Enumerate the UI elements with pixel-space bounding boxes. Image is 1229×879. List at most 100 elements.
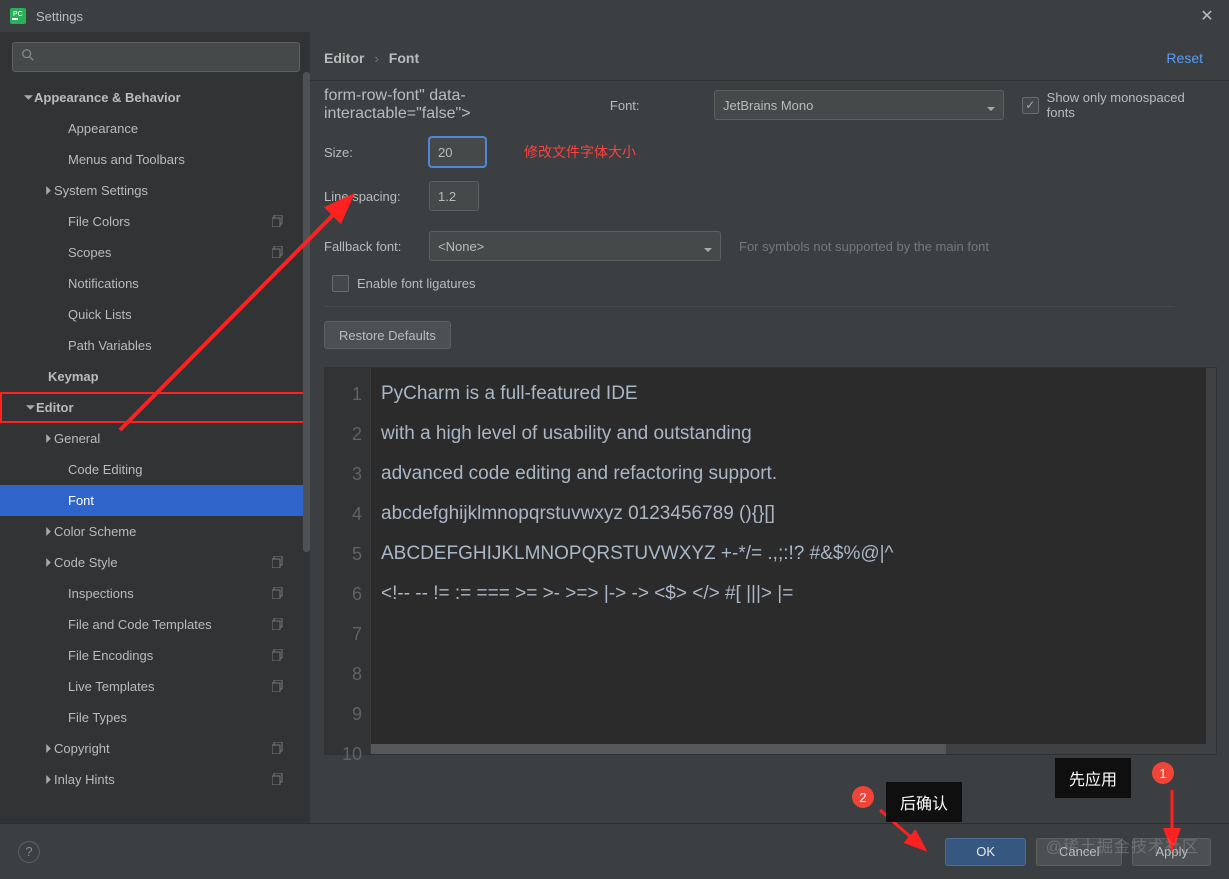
chevron-icon xyxy=(36,371,48,383)
fallback-select[interactable]: <None> xyxy=(429,231,721,261)
sidebar-item-label: Keymap xyxy=(48,369,310,384)
copy-icon xyxy=(272,742,286,756)
chevron-icon xyxy=(56,309,68,321)
ligatures-label: Enable font ligatures xyxy=(357,276,476,291)
copy-icon xyxy=(272,773,286,787)
sidebar-item-file-encodings[interactable]: File Encodings xyxy=(0,640,310,671)
font-label: Font: xyxy=(610,98,714,113)
sidebar-item-file-colors[interactable]: File Colors xyxy=(0,206,310,237)
sidebar-item-live-templates[interactable]: Live Templates xyxy=(0,671,310,702)
chevron-icon xyxy=(42,433,54,445)
sidebar-item-label: Quick Lists xyxy=(68,307,310,322)
chevron-icon xyxy=(56,154,68,166)
svg-text:PC: PC xyxy=(13,11,23,18)
spacing-label: Line spacing: xyxy=(324,189,429,204)
sidebar-scrollbar[interactable] xyxy=(303,72,310,552)
chevron-icon xyxy=(56,216,68,228)
chevron-icon xyxy=(56,712,68,724)
chevron-icon xyxy=(56,588,68,600)
chevron-icon xyxy=(22,92,34,104)
chevron-icon xyxy=(42,557,54,569)
sidebar-item-appearance[interactable]: Appearance xyxy=(0,113,310,144)
fallback-hint: For symbols not supported by the main fo… xyxy=(739,239,989,254)
sidebar-item-label: Font xyxy=(68,493,310,508)
preview-vscrollbar[interactable] xyxy=(1206,368,1216,754)
sidebar-item-scopes[interactable]: Scopes xyxy=(0,237,310,268)
chevron-icon xyxy=(42,743,54,755)
sidebar-item-label: Menus and Toolbars xyxy=(68,152,310,167)
spacing-input[interactable] xyxy=(429,181,479,211)
ligatures-checkbox[interactable] xyxy=(332,275,349,292)
preview-hscrollbar[interactable] xyxy=(371,744,1216,754)
fallback-value: <None> xyxy=(438,239,704,254)
sidebar-item-label: Editor xyxy=(36,400,308,415)
sidebar-item-label: Path Variables xyxy=(68,338,310,353)
sidebar-item-file-and-code-templates[interactable]: File and Code Templates xyxy=(0,609,310,640)
chevron-icon xyxy=(56,247,68,259)
size-label: Size: xyxy=(324,145,429,160)
sidebar-item-keymap[interactable]: Keymap xyxy=(0,361,310,392)
copy-icon xyxy=(272,618,286,632)
footer: ? OK Cancel Apply xyxy=(0,823,1229,879)
sidebar-item-appearance-behavior[interactable]: Appearance & Behavior xyxy=(0,82,310,113)
copy-icon xyxy=(272,649,286,663)
form-row-size: Size: 修改文件字体大小 xyxy=(324,137,1215,167)
sidebar-item-label: Code Editing xyxy=(68,462,310,477)
caret-down-icon xyxy=(987,101,995,109)
form-row-ligatures: Enable font ligatures xyxy=(332,275,1215,292)
sidebar-item-color-scheme[interactable]: Color Scheme xyxy=(0,516,310,547)
search-box[interactable] xyxy=(12,42,300,72)
sidebar: Appearance & Behavior Appearance Menus and… xyxy=(0,32,310,823)
sidebar-item-copyright[interactable]: Copyright xyxy=(0,733,310,764)
font-select[interactable]: JetBrains Mono xyxy=(714,90,1004,120)
sidebar-item-menus-and-toolbars[interactable]: Menus and Toolbars xyxy=(0,144,310,175)
sidebar-item-general[interactable]: General xyxy=(0,423,310,454)
sidebar-item-file-types[interactable]: File Types xyxy=(0,702,310,733)
sidebar-item-label: File Types xyxy=(68,710,310,725)
sidebar-item-label: General xyxy=(54,431,310,446)
breadcrumb-sep: › xyxy=(374,51,378,66)
copy-icon xyxy=(272,246,286,260)
ok-button[interactable]: OK xyxy=(945,838,1026,866)
sidebar-item-quick-lists[interactable]: Quick Lists xyxy=(0,299,310,330)
help-button[interactable]: ? xyxy=(18,841,40,863)
close-button[interactable]: ✕ xyxy=(1195,6,1219,26)
sidebar-item-font[interactable]: Font xyxy=(0,485,310,516)
breadcrumb: Editor › Font Reset xyxy=(310,32,1229,80)
chevron-icon xyxy=(24,402,36,414)
breadcrumb-parent[interactable]: Editor xyxy=(324,50,364,66)
restore-defaults-button[interactable]: Restore Defaults xyxy=(324,321,451,349)
tooltip-ok: 后确认 xyxy=(886,782,962,822)
chevron-icon xyxy=(56,278,68,290)
sidebar-item-inspections[interactable]: Inspections xyxy=(0,578,310,609)
caret-down-icon xyxy=(704,242,712,250)
search-input[interactable] xyxy=(41,50,291,65)
sidebar-item-label: Color Scheme xyxy=(54,524,310,539)
reset-link[interactable]: Reset xyxy=(1166,50,1203,66)
search-icon xyxy=(21,48,35,67)
badge-1: 1 xyxy=(1152,762,1174,784)
monospaced-label: Show only monospaced fonts xyxy=(1047,90,1215,120)
fallback-label: Fallback font: xyxy=(324,239,429,254)
monospaced-checkbox[interactable] xyxy=(1022,97,1039,114)
sidebar-item-notifications[interactable]: Notifications xyxy=(0,268,310,299)
sidebar-item-inlay-hints[interactable]: Inlay Hints xyxy=(0,764,310,795)
sidebar-item-code-style[interactable]: Code Style xyxy=(0,547,310,578)
sidebar-item-label: Notifications xyxy=(68,276,310,291)
chevron-icon xyxy=(56,681,68,693)
chevron-icon xyxy=(56,123,68,135)
sidebar-item-label: Appearance xyxy=(68,121,310,136)
app-icon: PC xyxy=(10,8,26,24)
sidebar-item-editor[interactable]: Editor xyxy=(0,392,310,423)
sidebar-item-label: System Settings xyxy=(54,183,310,198)
divider xyxy=(324,306,1174,307)
sidebar-item-system-settings[interactable]: System Settings xyxy=(0,175,310,206)
sidebar-item-code-editing[interactable]: Code Editing xyxy=(0,454,310,485)
chevron-icon xyxy=(42,526,54,538)
size-input[interactable] xyxy=(429,137,486,167)
chevron-icon xyxy=(56,464,68,476)
red-annotation-size: 修改文件字体大小 xyxy=(524,142,636,162)
settings-tree[interactable]: Appearance & Behavior Appearance Menus and… xyxy=(0,82,310,823)
sidebar-item-path-variables[interactable]: Path Variables xyxy=(0,330,310,361)
copy-icon xyxy=(272,215,286,229)
